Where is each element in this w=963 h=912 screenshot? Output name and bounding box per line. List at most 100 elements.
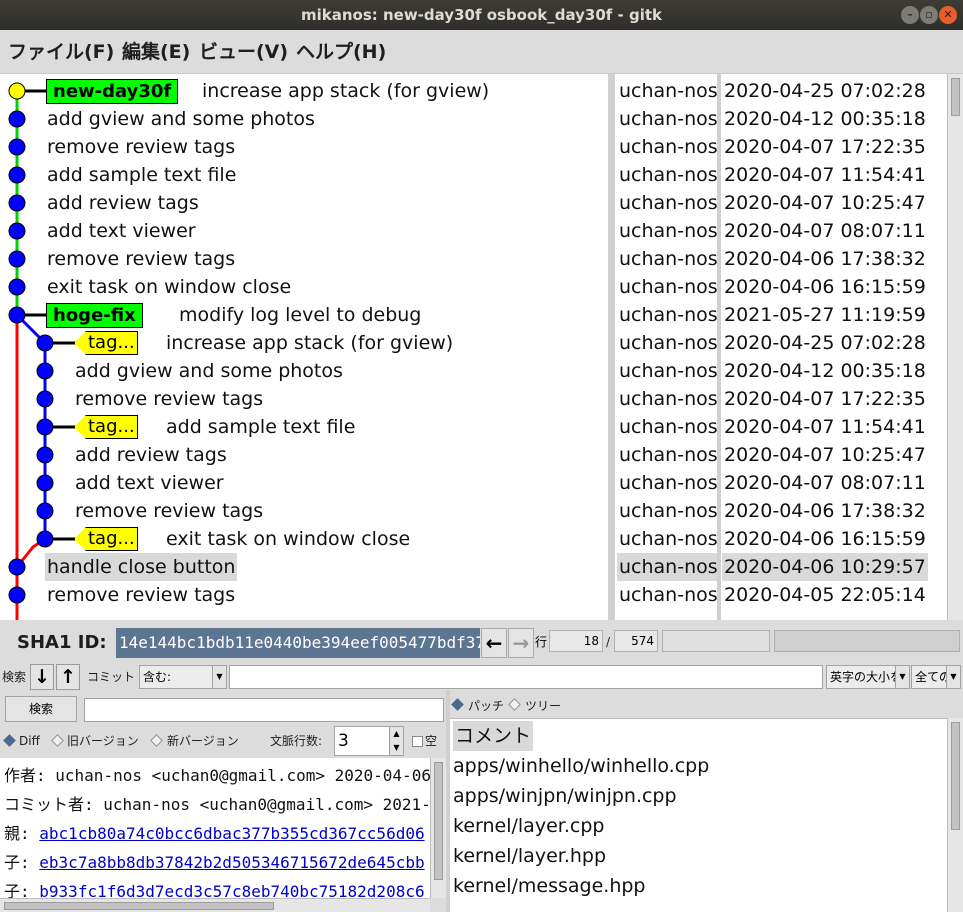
spin-up-icon[interactable]: ▲ xyxy=(389,727,403,741)
case-select[interactable]: 英字の大小を ▼ xyxy=(826,665,910,689)
commit-date[interactable]: 2020-04-07 10:25:47 xyxy=(722,441,928,469)
fields-select[interactable]: 全ての ▼ xyxy=(911,665,961,689)
commit-list-scrollbar[interactable] xyxy=(947,74,963,620)
commit-subject[interactable]: add review tags xyxy=(73,441,229,469)
commit-hash-link[interactable]: eb3c7a8bb8db37842b2d505346715672de645cbb xyxy=(39,853,424,872)
search-input[interactable] xyxy=(84,698,444,722)
commit-date[interactable]: 2020-04-07 11:54:41 xyxy=(722,413,928,441)
commit-hash-link[interactable]: b933fc1f6d3d7ecd3c57c8eb740bc75182d208c6 xyxy=(39,882,424,898)
menu-help[interactable]: ヘルプ(H) xyxy=(296,40,386,64)
commit-author[interactable]: uchan-nos xyxy=(617,469,717,497)
find-prev-button[interactable]: ↑ xyxy=(56,664,80,690)
old-version-radio[interactable] xyxy=(51,734,64,747)
commit-hash-link[interactable]: abc1cb80a74c0bcc6dbac377b355cd367cc56d06 xyxy=(39,824,424,843)
file-item[interactable]: apps/winjpn/winjpn.cpp xyxy=(453,781,677,811)
file-list[interactable]: コメント apps/winhello/winhello.cpp apps/winjp… xyxy=(450,718,947,912)
commit-date[interactable]: 2020-04-05 22:05:14 xyxy=(722,581,928,609)
sha-id-field[interactable]: 14e144bc1bdb11e0440be394eef005477bdf37d6 xyxy=(116,628,480,658)
file-item[interactable]: kernel/layer.cpp xyxy=(453,811,604,841)
commit-date[interactable]: 2020-04-07 17:22:35 xyxy=(722,385,928,413)
commit-date[interactable]: 2021-05-27 11:19:59 xyxy=(722,301,928,329)
commit-subject[interactable]: handle close button xyxy=(45,553,238,581)
commit-subject[interactable]: exit task on window close xyxy=(45,273,293,301)
commit-date[interactable]: 2020-04-25 07:02:28 xyxy=(722,77,928,105)
branch-label[interactable]: hoge-fix xyxy=(46,303,143,328)
author-pane[interactable]: uchan-nos uchan-nos uchan-nos uchan-nos ucha… xyxy=(615,74,717,620)
commit-author[interactable]: uchan-nos xyxy=(617,385,717,413)
file-item[interactable]: kernel/message.hpp xyxy=(453,871,646,901)
commit-subject[interactable]: remove review tags xyxy=(45,581,237,609)
commit-subject[interactable]: exit task on window close xyxy=(164,525,412,553)
commit-author[interactable]: uchan-nos xyxy=(617,189,717,217)
commit-date[interactable]: 2020-04-07 08:07:11 xyxy=(722,469,928,497)
back-button[interactable]: ← xyxy=(481,628,507,658)
commit-subject[interactable]: add text viewer xyxy=(73,469,226,497)
commit-subject[interactable]: increase app stack (for gview) xyxy=(200,77,491,105)
scrollbar-thumb[interactable] xyxy=(4,902,274,910)
tree-radio[interactable] xyxy=(508,698,521,711)
commit-author[interactable]: uchan-nos xyxy=(617,245,717,273)
minimize-icon[interactable]: – xyxy=(901,6,919,24)
spin-down-icon[interactable]: ▼ xyxy=(389,741,403,755)
commit-author[interactable]: uchan-nos xyxy=(617,301,717,329)
commit-subject[interactable]: add gview and some photos xyxy=(73,357,345,385)
context-lines-spinbox[interactable]: 3 ▲ ▼ xyxy=(334,726,404,756)
menu-edit[interactable]: 編集(E) xyxy=(122,40,190,64)
commit-subject[interactable]: modify log level to debug xyxy=(177,301,423,329)
commit-subject[interactable]: remove review tags xyxy=(45,133,237,161)
details-hscrollbar[interactable] xyxy=(0,898,430,912)
commit-subject[interactable]: add sample text file xyxy=(164,413,357,441)
commit-author[interactable]: uchan-nos xyxy=(617,133,717,161)
ignore-whitespace-checkbox[interactable] xyxy=(412,736,423,747)
commit-subject[interactable]: remove review tags xyxy=(45,245,237,273)
commit-author[interactable]: uchan-nos xyxy=(617,217,717,245)
menu-view[interactable]: ビュー(V) xyxy=(199,40,288,64)
commit-details[interactable]: 作者: uchan-nos <uchan0@gmail.com> 2020-04… xyxy=(0,758,430,898)
commit-subject[interactable]: remove review tags xyxy=(73,385,265,413)
commit-date[interactable]: 2020-04-07 17:22:35 xyxy=(722,133,928,161)
commit-subject[interactable]: add text viewer xyxy=(45,217,198,245)
file-list-header[interactable]: コメント xyxy=(453,721,534,751)
file-item[interactable]: apps/winhello/winhello.cpp xyxy=(453,751,709,781)
commit-author[interactable]: uchan-nos xyxy=(617,581,717,609)
branch-label[interactable]: new-day30f xyxy=(46,79,179,104)
commit-date[interactable]: 2020-04-12 00:35:18 xyxy=(722,105,928,133)
tag-label[interactable]: tag... xyxy=(74,527,138,551)
scrollbar-thumb[interactable] xyxy=(951,78,960,116)
commit-date[interactable]: 2020-04-06 16:15:59 xyxy=(722,525,928,553)
pane-sash[interactable] xyxy=(608,74,615,620)
commit-author[interactable]: uchan-nos xyxy=(617,273,717,301)
commit-date[interactable]: 2020-04-25 07:02:28 xyxy=(722,329,928,357)
forward-button[interactable]: → xyxy=(508,628,534,658)
commit-date[interactable]: 2020-04-06 10:29:57 xyxy=(722,553,928,581)
file-list-scrollbar[interactable] xyxy=(947,718,963,912)
patch-radio[interactable] xyxy=(451,698,464,711)
commit-graph-pane[interactable]: new-day30f increase app stack (for gview)… xyxy=(0,74,608,620)
commit-author[interactable]: uchan-nos xyxy=(617,553,717,581)
diff-radio[interactable] xyxy=(3,734,16,747)
new-version-radio[interactable] xyxy=(150,734,163,747)
commit-date[interactable]: 2020-04-07 08:07:11 xyxy=(722,217,928,245)
find-next-button[interactable]: ↓ xyxy=(30,664,54,690)
maximize-icon[interactable]: ▫ xyxy=(920,6,938,24)
commit-date[interactable]: 2020-04-12 00:35:18 xyxy=(722,357,928,385)
tag-label[interactable]: tag... xyxy=(74,331,138,355)
commit-author[interactable]: uchan-nos xyxy=(617,413,717,441)
commit-subject[interactable]: increase app stack (for gview) xyxy=(164,329,455,357)
commit-date[interactable]: 2020-04-06 16:15:59 xyxy=(722,273,928,301)
commit-date[interactable]: 2020-04-06 17:38:32 xyxy=(722,497,928,525)
commit-date[interactable]: 2020-04-06 17:38:32 xyxy=(722,245,928,273)
match-type-select[interactable]: 含む: ▼ xyxy=(139,665,227,689)
commit-author[interactable]: uchan-nos xyxy=(617,357,717,385)
date-pane[interactable]: 2020-04-25 07:02:28 2020-04-12 00:35:18 20… xyxy=(721,74,947,620)
close-icon[interactable]: ✕ xyxy=(939,6,957,24)
commit-subject[interactable]: add review tags xyxy=(45,189,201,217)
file-item[interactable]: kernel/layer.hpp xyxy=(453,841,606,871)
commit-subject[interactable]: remove review tags xyxy=(73,497,265,525)
find-input[interactable] xyxy=(229,665,823,689)
scrollbar-thumb[interactable] xyxy=(434,762,443,880)
tag-label[interactable]: tag... xyxy=(74,415,138,439)
menu-file[interactable]: ファイル(F) xyxy=(8,40,114,64)
commit-author[interactable]: uchan-nos xyxy=(617,161,717,189)
commit-date[interactable]: 2020-04-07 10:25:47 xyxy=(722,189,928,217)
